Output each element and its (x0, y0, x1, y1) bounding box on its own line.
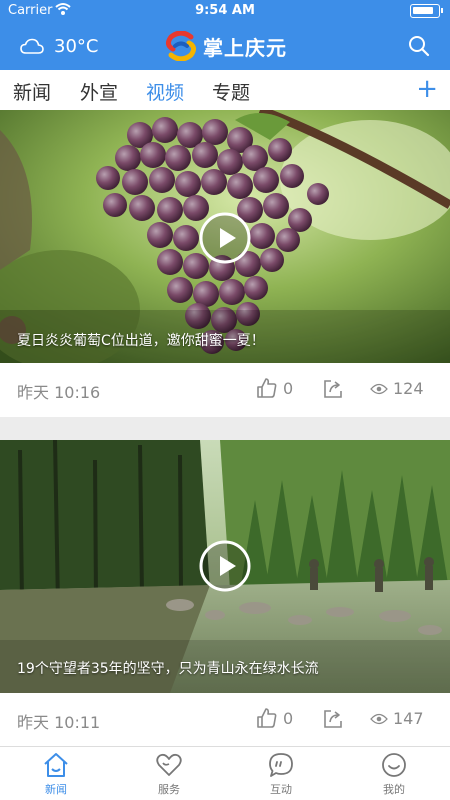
add-tab-icon[interactable]: + (416, 76, 438, 102)
eye-icon (370, 713, 388, 724)
view-count: 124 (370, 379, 424, 398)
tabbar-item-interact[interactable]: 互动 (241, 751, 321, 797)
battery-icon (410, 4, 443, 18)
view-count-value: 147 (393, 709, 424, 728)
category-tabs: 新闻 外宣 视频 专题 + (0, 70, 450, 110)
video-thumbnail[interactable]: 19个守望者35年的坚守，只为青山永在绿水长流 (0, 440, 450, 693)
chat-icon (269, 753, 293, 777)
app-header: 30°C 掌上庆元 (0, 22, 450, 70)
video-caption[interactable]: 19个守望者35年的坚守，只为青山永在绿水长流 (17, 658, 319, 678)
heart-icon (156, 753, 182, 776)
video-card[interactable]: 19个守望者35年的坚守，只为青山永在绿水长流 昨天 10:11 0 147 (0, 440, 450, 746)
tabbar-item-services[interactable]: 服务 (129, 751, 209, 797)
tab-video[interactable]: 视频 (146, 78, 184, 105)
play-icon[interactable] (199, 212, 251, 264)
clock: 9:54 AM (195, 3, 255, 18)
weather[interactable]: 30°C (20, 34, 98, 58)
tabbar-label: 互动 (270, 783, 292, 796)
bottom-tab-bar: 新闻 服务 互动 我的 (0, 746, 450, 800)
like-button[interactable]: 0 (256, 377, 293, 399)
like-button[interactable]: 0 (256, 707, 293, 729)
tabbar-item-news[interactable]: 新闻 (16, 751, 96, 797)
share-icon[interactable] (322, 708, 344, 730)
status-bar: Carrier 9:54 AM (0, 0, 450, 22)
home-icon (44, 753, 68, 777)
video-meta: 昨天 10:16 0 124 (0, 363, 450, 417)
thumbs-up-icon (257, 708, 277, 728)
temperature-label: 30°C (54, 35, 99, 57)
like-count: 0 (283, 708, 294, 728)
view-count: 147 (370, 709, 424, 728)
tab-topics[interactable]: 专题 (212, 78, 250, 105)
video-card[interactable]: 夏日炎炎葡萄C位出道，邀你甜蜜一夏！ 昨天 10:16 0 124 (0, 110, 450, 417)
cloud-icon (20, 38, 44, 54)
logo-icon (165, 31, 197, 61)
view-count-value: 124 (393, 379, 424, 398)
video-meta: 昨天 10:11 0 147 (0, 693, 450, 747)
thumbs-up-icon (257, 378, 277, 398)
tabbar-label: 我的 (383, 783, 405, 796)
brand-logo: 掌上庆元 (165, 30, 287, 62)
play-icon[interactable] (199, 540, 251, 592)
share-icon[interactable] (322, 378, 344, 400)
like-count: 0 (283, 378, 294, 398)
tab-news[interactable]: 新闻 (13, 78, 51, 105)
tab-publicity[interactable]: 外宣 (80, 78, 118, 105)
brand-name: 掌上庆元 (203, 35, 287, 60)
smile-icon (382, 753, 406, 777)
publish-time: 昨天 10:16 (17, 383, 101, 402)
search-icon[interactable] (408, 35, 430, 57)
tabbar-label: 新闻 (45, 783, 67, 796)
eye-icon (370, 383, 388, 394)
tabbar-item-mine[interactable]: 我的 (354, 751, 434, 797)
video-caption[interactable]: 夏日炎炎葡萄C位出道，邀你甜蜜一夏！ (17, 330, 265, 350)
video-thumbnail[interactable]: 夏日炎炎葡萄C位出道，邀你甜蜜一夏！ (0, 110, 450, 363)
publish-time: 昨天 10:11 (17, 713, 101, 732)
tabbar-label: 服务 (158, 783, 180, 796)
